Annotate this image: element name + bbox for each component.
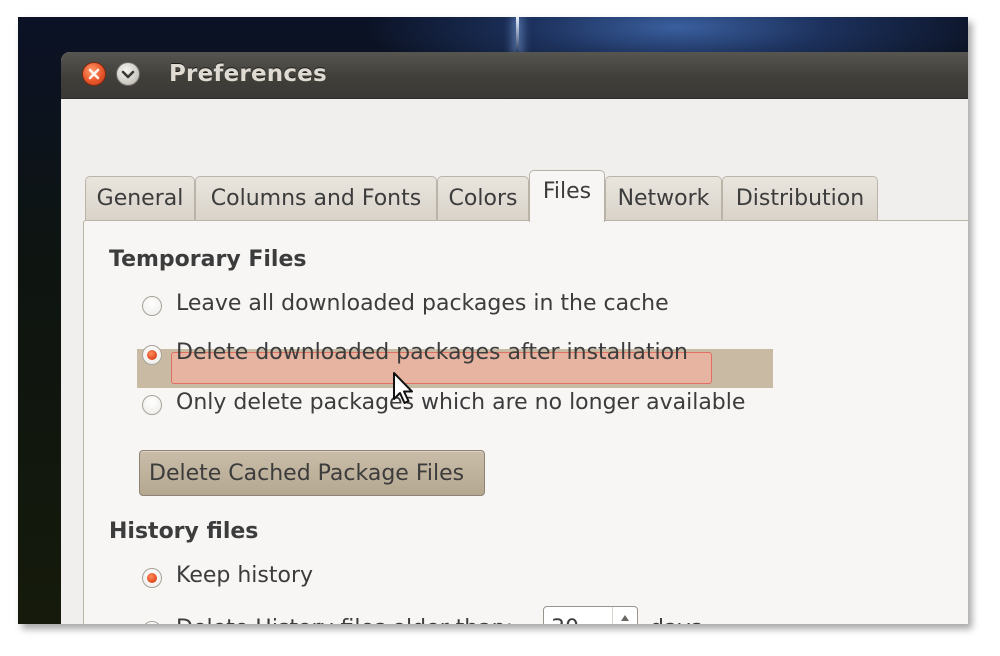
preferences-window: Preferences General Columns and Fonts Co… bbox=[61, 52, 968, 624]
option-label[interactable]: Delete downloaded packages after install… bbox=[176, 340, 688, 365]
tab-files[interactable]: Files bbox=[529, 170, 605, 222]
tab-general[interactable]: General bbox=[85, 176, 195, 220]
triangle-up-icon bbox=[621, 615, 629, 621]
tab-label: Files bbox=[542, 179, 592, 204]
tab-distribution[interactable]: Distribution bbox=[722, 176, 878, 220]
screenshot-frame: Preferences General Columns and Fonts Co… bbox=[18, 17, 968, 624]
option-label[interactable]: Delete History files older than: bbox=[176, 616, 513, 624]
close-icon bbox=[88, 68, 100, 80]
days-unit-label: days bbox=[650, 616, 702, 624]
window-body: General Columns and Fonts Colors Files N… bbox=[61, 99, 968, 624]
radio-delete-after-install[interactable] bbox=[142, 345, 162, 365]
history-files-heading: History files bbox=[109, 519, 259, 544]
history-days-spinbutton[interactable]: 30 bbox=[543, 606, 638, 624]
window-title: Preferences bbox=[169, 61, 327, 87]
tab-columns-and-fonts[interactable]: Columns and Fonts bbox=[195, 176, 437, 220]
history-days-value[interactable]: 30 bbox=[551, 616, 579, 624]
mouse-pointer-icon bbox=[393, 372, 413, 404]
radio-keep-history[interactable] bbox=[142, 568, 162, 588]
spin-arrows bbox=[612, 607, 637, 624]
option-label[interactable]: Only delete packages which are no longer… bbox=[176, 390, 745, 415]
window-menu-button[interactable] bbox=[116, 62, 140, 86]
desktop-light-streak bbox=[516, 17, 519, 53]
radio-delete-unavailable[interactable] bbox=[142, 395, 162, 415]
tab-label: General bbox=[96, 186, 184, 211]
tab-label: Columns and Fonts bbox=[210, 186, 422, 211]
close-button[interactable] bbox=[82, 62, 106, 86]
tab-colors[interactable]: Colors bbox=[437, 176, 529, 220]
tab-label: Distribution bbox=[735, 186, 865, 211]
chevron-down-icon bbox=[121, 70, 135, 79]
delete-cached-files-button[interactable]: Delete Cached Package Files bbox=[139, 450, 485, 496]
title-bar[interactable]: Preferences bbox=[61, 52, 968, 99]
option-label[interactable]: Leave all downloaded packages in the cac… bbox=[176, 291, 669, 316]
tab-label: Network bbox=[617, 186, 710, 211]
tab-network[interactable]: Network bbox=[605, 176, 722, 220]
option-label[interactable]: Keep history bbox=[176, 563, 313, 588]
spin-up-button[interactable] bbox=[613, 607, 637, 624]
tab-label: Colors bbox=[448, 186, 518, 211]
temporary-files-heading: Temporary Files bbox=[109, 247, 307, 272]
radio-leave-in-cache[interactable] bbox=[142, 296, 162, 316]
